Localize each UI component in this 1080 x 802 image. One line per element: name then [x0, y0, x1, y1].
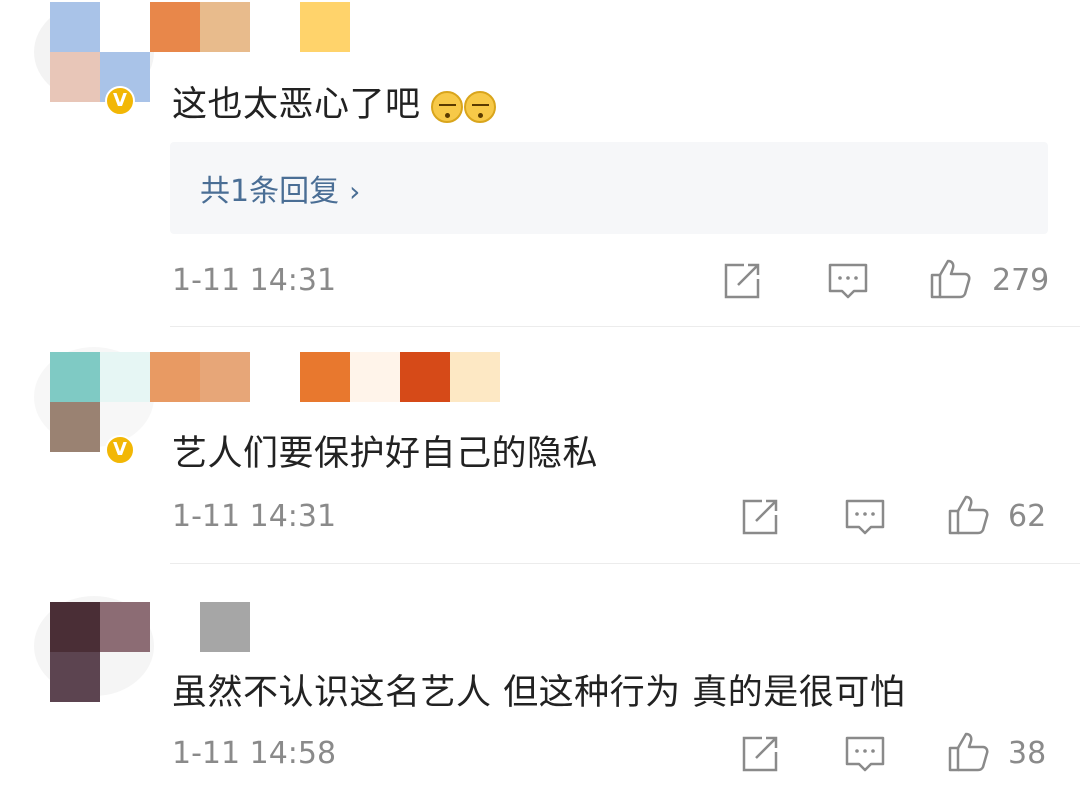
comment-icon[interactable] — [826, 259, 870, 303]
comment-text: 虽然不认识这名艺人 但这种行为 真的是很可怕 — [172, 673, 906, 713]
like-count: 279 — [992, 263, 1050, 298]
share-icon[interactable] — [720, 259, 764, 303]
thumbs-up-icon[interactable] — [946, 730, 990, 774]
comment-text: 艺人们要保护好自己的隐私 — [172, 434, 599, 474]
username-mosaic — [0, 564, 520, 702]
verified-badge-icon: V — [105, 86, 135, 116]
comment-feed: V 这也太恶心了吧 共1条回复 › 1-11 14:31 279 V 艺人们要保… — [0, 0, 1080, 802]
comment-time: 1-11 14:31 — [172, 263, 337, 298]
comment-item: 虽然不认识这名艺人 但这种行为 真的是很可怕 1-11 14:58 38 — [0, 564, 1080, 802]
sleepy-face-emoji — [430, 91, 463, 123]
thumbs-up-icon[interactable] — [928, 257, 972, 301]
reply-summary-label: 共1条回复 — [200, 174, 340, 209]
like-count: 38 — [1008, 736, 1047, 771]
like-count: 62 — [1008, 499, 1047, 534]
thumbs-up-icon[interactable] — [946, 493, 990, 537]
reply-summary-box[interactable]: 共1条回复 › — [170, 142, 1048, 234]
verified-badge-icon: V — [105, 435, 135, 465]
comment-icon[interactable] — [843, 732, 887, 776]
reply-summary-link[interactable]: 共1条回复 › — [200, 166, 360, 210]
share-icon[interactable] — [738, 732, 782, 776]
comment-icon[interactable] — [843, 495, 887, 539]
sleepy-face-emoji — [463, 91, 496, 123]
comment-time: 1-11 14:58 — [172, 736, 337, 771]
comment-time: 1-11 14:31 — [172, 499, 337, 534]
chevron-right-icon: › — [349, 175, 361, 208]
comment-item: V 这也太恶心了吧 共1条回复 › 1-11 14:31 279 — [0, 0, 1080, 327]
comment-item: V 艺人们要保护好自己的隐私 1-11 14:31 62 — [0, 327, 1080, 563]
comment-text: 这也太恶心了吧 — [172, 76, 497, 127]
share-icon[interactable] — [738, 495, 782, 539]
username-mosaic — [0, 327, 520, 452]
